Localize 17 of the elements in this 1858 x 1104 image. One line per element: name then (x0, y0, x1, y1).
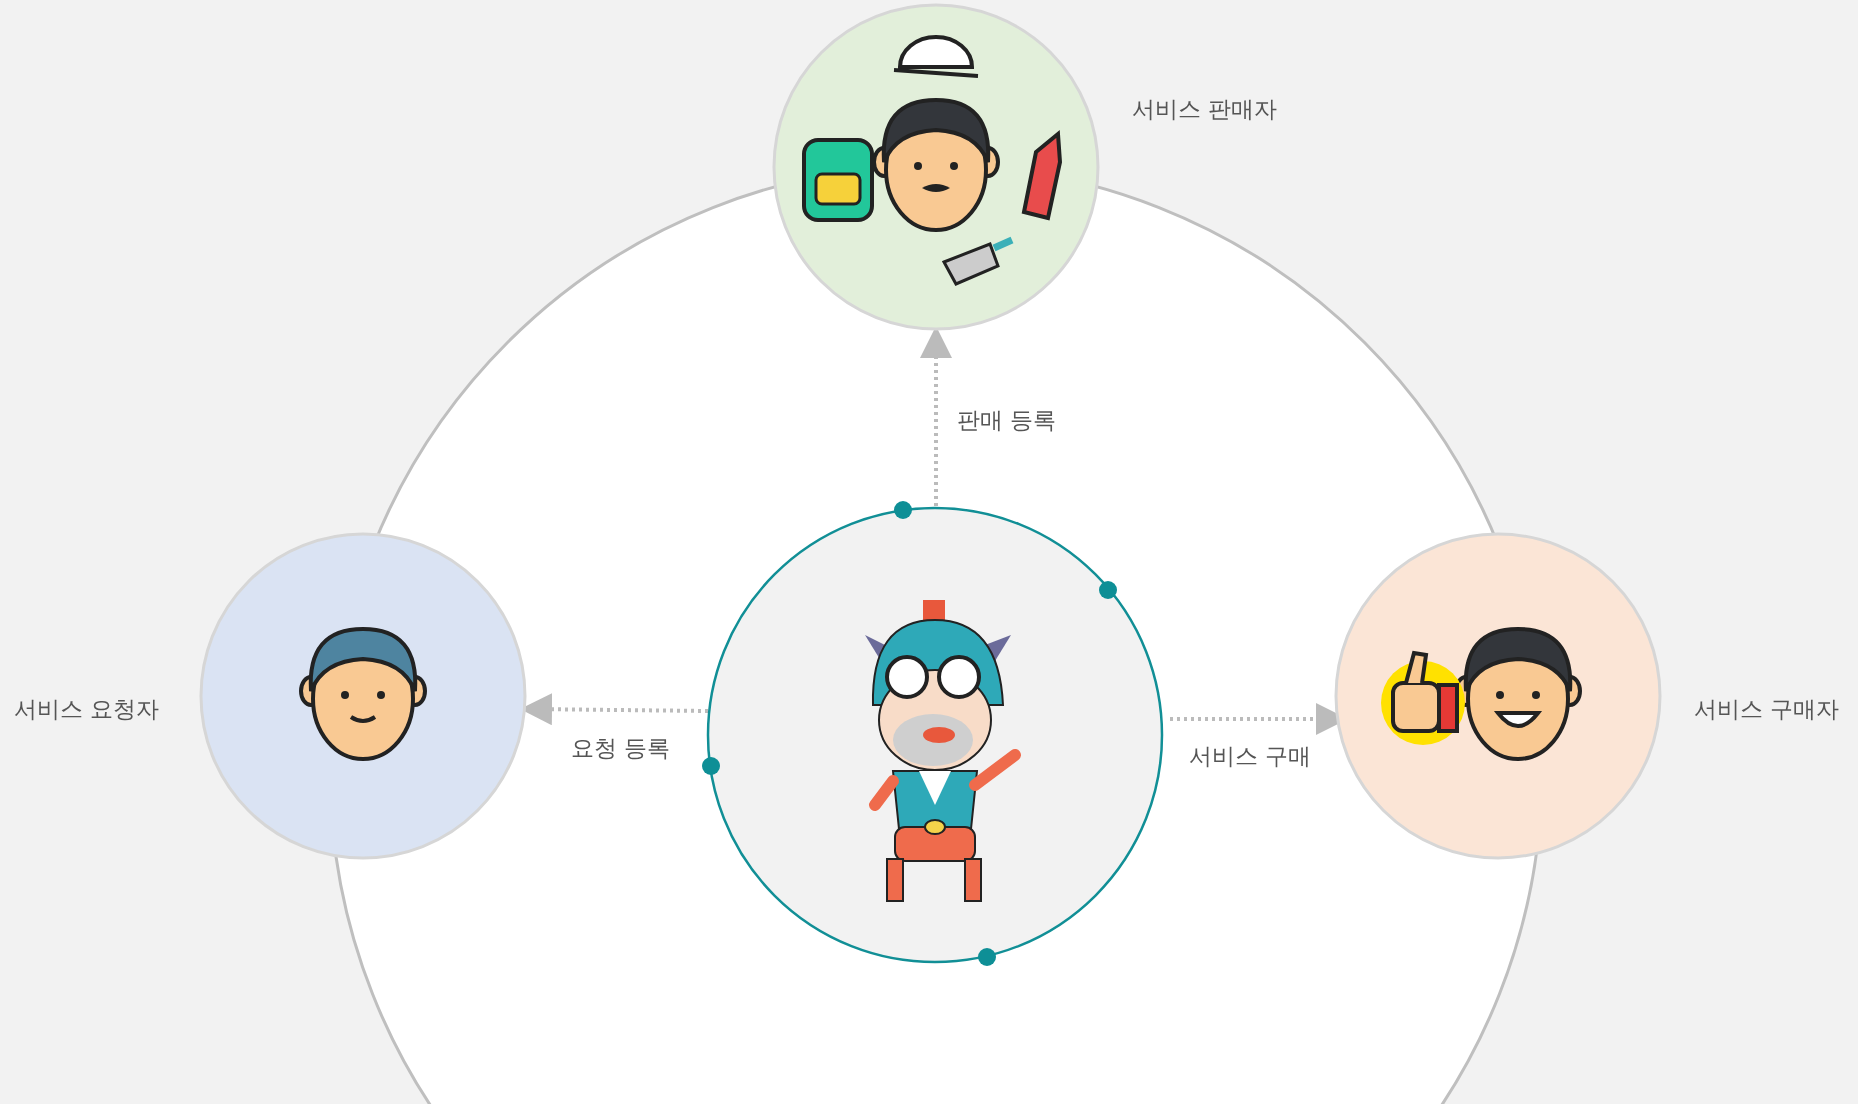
pencil-icon (1021, 130, 1062, 221)
node-dot (894, 501, 912, 519)
person-face-icon (872, 98, 1000, 232)
node-dot (978, 948, 996, 966)
node-dot (1099, 581, 1117, 599)
flow-label: 요청 등록 (571, 735, 671, 761)
flow-label: 판매 등록 (957, 407, 1057, 433)
cleaver-icon (941, 236, 1014, 286)
thumbs-up-icon (1381, 650, 1465, 745)
flow-label: 서비스 구매 (1189, 743, 1312, 769)
cloche-icon (893, 35, 979, 78)
backpack-icon (802, 138, 874, 222)
person-face-icon (299, 627, 427, 761)
actor-label: 서비스 요청자 (14, 696, 160, 722)
node-dot (702, 757, 720, 775)
actor-label: 서비스 판매자 (1132, 96, 1278, 122)
actor-label: 서비스 구매자 (1694, 696, 1840, 722)
